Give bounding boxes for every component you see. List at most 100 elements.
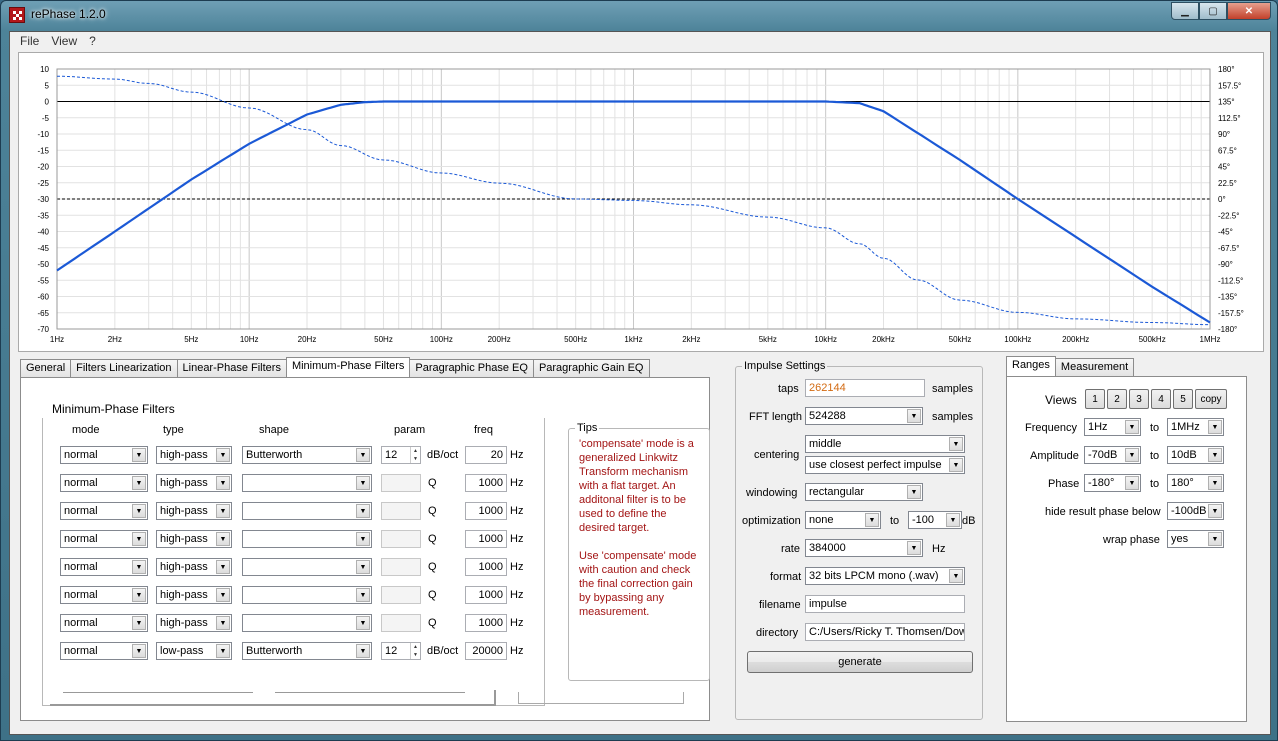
filter-mode-select-value: normal [64,645,98,657]
filter-freq-input[interactable]: 20 [465,446,507,464]
filter-type-select[interactable]: high-pass ▼ [156,614,232,632]
filter-freq-input[interactable]: 1000 [465,614,507,632]
spinner-arrows-icon[interactable]: ▲ ▼ [410,447,420,463]
format-select[interactable]: 32 bits LPCM mono (.wav) ▼ [805,567,965,585]
left-tick-label: -55 [37,276,49,285]
filename-input[interactable]: impulse [805,595,965,613]
filter-shape-select[interactable]: ▼ [242,614,372,632]
filter-mode-select[interactable]: normal ▼ [60,474,148,492]
spinner-arrows-icon[interactable]: ▲ ▼ [410,643,420,659]
centering-mode-select[interactable]: use closest perfect impulse ▼ [805,456,965,474]
filter-freq-unit: Hz [510,645,524,657]
filter-type-select[interactable]: high-pass ▼ [156,530,232,548]
filter-type-select-value: high-pass [160,589,208,601]
left-tick-label: -70 [37,325,49,334]
tips-group: Tips 'compensate' mode is a generalized … [568,422,710,681]
minimize-icon: ▁ [1181,5,1189,17]
left-tick-label: -30 [37,195,49,204]
view-1-button[interactable]: 1 [1085,389,1105,409]
view-5-button[interactable]: 5 [1173,389,1193,409]
phase-from-select[interactable]: -180° ▼ [1084,474,1141,492]
filter-type-select[interactable]: high-pass ▼ [156,586,232,604]
directory-input[interactable]: C:/Users/Ricky T. Thomsen/Dow [805,623,965,641]
centering-select[interactable]: middle ▼ [805,435,965,453]
filter-mode-select[interactable]: normal ▼ [60,446,148,464]
windowing-select[interactable]: rectangular ▼ [805,483,923,501]
optimization-select[interactable]: none ▼ [805,511,881,529]
view-4-button[interactable]: 4 [1151,389,1171,409]
filter-mode-select[interactable]: normal ▼ [60,614,148,632]
right-tick-label: -90° [1218,260,1233,269]
taps-input[interactable]: 262144 [805,379,925,397]
filter-shape-select[interactable]: ▼ [242,586,372,604]
filter-type-select[interactable]: high-pass ▼ [156,558,232,576]
filter-param-spinner[interactable]: 12 ▲ ▼ [381,642,421,660]
fft-length-select[interactable]: 524288 ▼ [805,407,923,425]
tab-paragraphic-gain-eq[interactable]: Paragraphic Gain EQ [532,359,650,377]
amplitude-from-select[interactable]: -70dB ▼ [1084,446,1141,464]
tab-linear-phase-filters[interactable]: Linear-Phase Filters [176,359,287,377]
filter-shape-select[interactable]: ▼ [242,530,372,548]
filter-freq-input[interactable]: 20000 [465,642,507,660]
filter-mode-select[interactable]: normal ▼ [60,502,148,520]
filter-param-input [381,474,421,492]
optimization-db-select[interactable]: -100 ▼ [908,511,962,529]
left-tick-label: -20 [37,163,49,172]
filter-freq-input[interactable]: 1000 [465,474,507,492]
filter-freq-input[interactable]: 1000 [465,502,507,520]
filter-mode-select[interactable]: normal ▼ [60,642,148,660]
tab-paragraphic-phase-eq[interactable]: Paragraphic Phase EQ [409,359,534,377]
wrap-phase-select[interactable]: yes ▼ [1167,530,1224,548]
view-3-button[interactable]: 3 [1129,389,1149,409]
filter-type-select[interactable]: low-pass ▼ [156,642,232,660]
tab-ranges[interactable]: Ranges [1006,356,1056,376]
tab-filters-linearization[interactable]: Filters Linearization [70,359,178,377]
frequency-from-select[interactable]: 1Hz ▼ [1084,418,1141,436]
filter-mode-select[interactable]: normal ▼ [60,558,148,576]
x-tick-label: 5Hz [184,335,198,344]
close-button[interactable]: ✕ [1227,2,1271,20]
frequency-response-chart[interactable]: 10 5 0 -5 -10 -15 -20 -25 -30 -35 -40 -45 -50 -55 -60 -… [18,52,1264,352]
chevron-down-icon: ▼ [132,476,146,490]
chevron-down-icon: ▼ [865,513,879,527]
generate-button[interactable]: generate [747,651,973,673]
filter-shape-select[interactable]: ▼ [242,474,372,492]
filter-type-select[interactable]: high-pass ▼ [156,502,232,520]
chevron-down-icon: ▼ [216,560,230,574]
filter-shape-select[interactable]: Butterworth ▼ [242,446,372,464]
minimize-button[interactable]: ▁ [1171,2,1199,20]
tab-measurement[interactable]: Measurement [1054,358,1135,376]
maximize-button[interactable]: ▢ [1199,2,1227,20]
hide-phase-select[interactable]: -100dB ▼ [1167,502,1224,520]
filter-mode-select[interactable]: normal ▼ [60,586,148,604]
chevron-down-icon: ▼ [216,532,230,546]
menu-file[interactable]: File [14,32,45,50]
copy-view-button[interactable]: copy [1195,389,1227,409]
filter-shape-select[interactable]: ▼ [242,502,372,520]
filter-type-select[interactable]: high-pass ▼ [156,446,232,464]
tab-general[interactable]: General [20,359,72,377]
frequency-from-value: 1Hz [1088,421,1108,433]
tab-minimum-phase-filters[interactable]: Minimum-Phase Filters [285,357,411,377]
phase-to-select[interactable]: 180° ▼ [1167,474,1224,492]
view-2-button[interactable]: 2 [1107,389,1127,409]
right-tick-label: 45° [1218,163,1230,172]
x-tick-label: 50Hz [374,335,393,344]
filter-freq-input[interactable]: 1000 [465,586,507,604]
rate-select[interactable]: 384000 ▼ [805,539,923,557]
menu-help[interactable]: ? [83,32,102,50]
filter-shape-select[interactable]: Butterworth ▼ [242,642,372,660]
optimization-value: none [809,514,834,526]
filter-freq-input[interactable]: 1000 [465,530,507,548]
title-bar[interactable]: rePhase 1.2.0 ▁ ▢ ✕ [1,1,1277,29]
filter-type-select-value: high-pass [160,561,208,573]
filter-freq-input[interactable]: 1000 [465,558,507,576]
filter-type-select[interactable]: high-pass ▼ [156,474,232,492]
filter-param-spinner[interactable]: 12 ▲ ▼ [381,446,421,464]
filter-shape-select[interactable]: ▼ [242,558,372,576]
frequency-to-select[interactable]: 1MHz ▼ [1167,418,1224,436]
chevron-down-icon: ▼ [132,560,146,574]
filter-mode-select[interactable]: normal ▼ [60,530,148,548]
menu-view[interactable]: View [45,32,83,50]
amplitude-to-select[interactable]: 10dB ▼ [1167,446,1224,464]
